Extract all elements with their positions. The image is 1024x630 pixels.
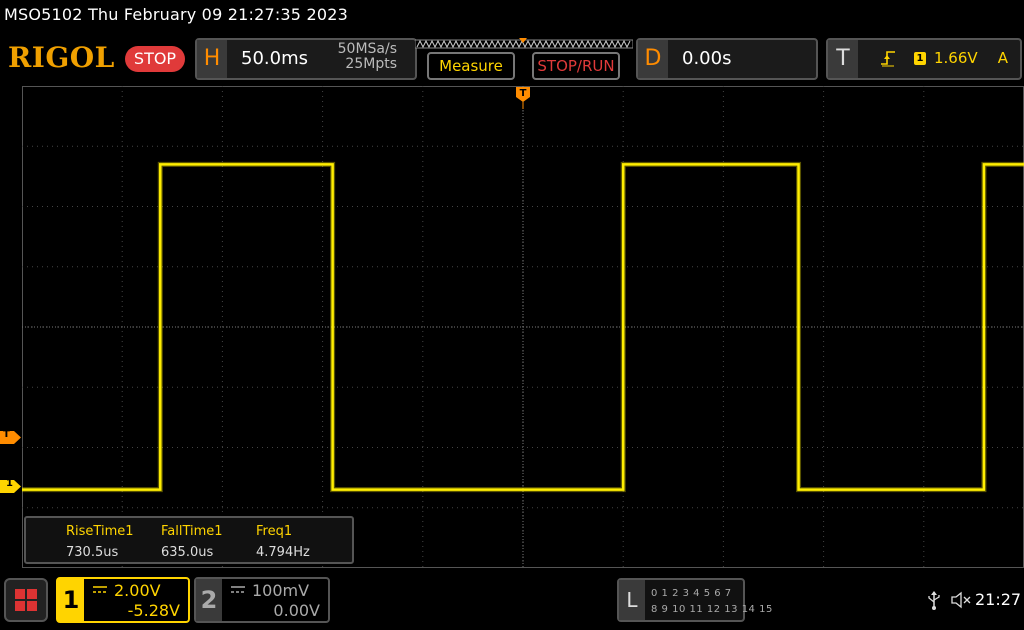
measurement-label-risetime: RiseTime1 — [66, 524, 134, 539]
stop-run-button[interactable]: STOP/RUN — [532, 52, 620, 80]
channel2-scale: 100mV — [252, 581, 310, 600]
channel1-panel[interactable]: 1 2.00V -5.28V — [56, 577, 190, 623]
timebase-value: 50.0ms — [241, 48, 308, 69]
logic-panel[interactable]: L 0 1 2 3 4 5 6 7 8 9 10 11 12 13 14 15 — [617, 578, 772, 622]
trigger-top-marker[interactable]: T — [515, 87, 531, 109]
memory-depth: 25Mpts — [345, 56, 397, 72]
delay-letter: D — [638, 40, 668, 78]
speaker-muted-icon[interactable] — [950, 590, 972, 614]
trigger-level-label: T — [3, 429, 10, 440]
channel1-marker-label: 1 — [6, 478, 13, 489]
sample-info: 50MSa/s 25Mpts — [338, 42, 397, 72]
grid-icon — [15, 589, 37, 611]
title-text: MSO5102 Thu February 09 21:27:35 2023 — [4, 5, 348, 24]
channel2-number: 2 — [196, 579, 222, 621]
dc-coupling-icon — [92, 584, 108, 598]
measurement-label-freq: Freq1 — [256, 524, 293, 539]
logic-channels-row2: 8 9 10 11 12 13 14 15 — [651, 604, 773, 615]
usb-icon — [927, 590, 941, 614]
trigger-panel[interactable]: T 1 1.66V A — [826, 38, 1022, 80]
logic-letter: L — [619, 580, 645, 620]
clock: 21:27 — [975, 590, 1022, 609]
run-state-badge[interactable]: STOP — [125, 46, 185, 72]
channel1-scale: 2.00V — [114, 581, 161, 600]
channel1-number: 1 — [58, 579, 84, 621]
trigger-source-badge: 1 — [914, 52, 926, 65]
rising-edge-icon — [880, 49, 896, 71]
channel2-offset: 0.00V — [273, 601, 320, 620]
waveform-display[interactable] — [22, 86, 1024, 568]
title-bar: MSO5102 Thu February 09 21:27:35 2023 — [0, 0, 1024, 34]
trigger-top-label: T — [519, 88, 527, 99]
trigger-level-marker[interactable]: T — [0, 429, 22, 444]
dc-coupling-icon — [230, 584, 246, 598]
delay-value: 0.00s — [682, 48, 732, 69]
horizontal-letter: H — [197, 40, 227, 78]
measure-button[interactable]: Measure — [427, 52, 515, 80]
trigger-mode: A — [997, 49, 1008, 67]
horizontal-panel[interactable]: H 50.0ms 50MSa/s 25Mpts — [195, 38, 417, 80]
measurement-value-risetime: 730.5us — [66, 545, 119, 560]
measurement-value-falltime: 635.0us — [161, 545, 214, 560]
measurement-label-falltime: FallTime1 — [161, 524, 223, 539]
channel1-marker[interactable]: 1 — [0, 478, 22, 493]
trigger-level: 1.66V — [934, 49, 978, 67]
delay-panel[interactable]: D 0.00s — [636, 38, 818, 80]
channel2-panel[interactable]: 2 100mV 0.00V — [194, 577, 330, 623]
sample-rate: 50MSa/s — [337, 41, 397, 57]
measurement-value-freq: 4.794Hz — [256, 545, 310, 560]
channel1-offset: -5.28V — [127, 601, 180, 620]
trigger-letter: T — [828, 40, 858, 78]
logic-channels-row1: 0 1 2 3 4 5 6 7 — [651, 588, 732, 599]
home-menu-button[interactable] — [4, 578, 48, 622]
measurement-panel[interactable]: RiseTime1 FallTime1 Freq1 730.5us 635.0u… — [24, 516, 354, 564]
rigol-logo: RIGOL — [8, 41, 115, 74]
memory-ruler — [415, 38, 633, 49]
